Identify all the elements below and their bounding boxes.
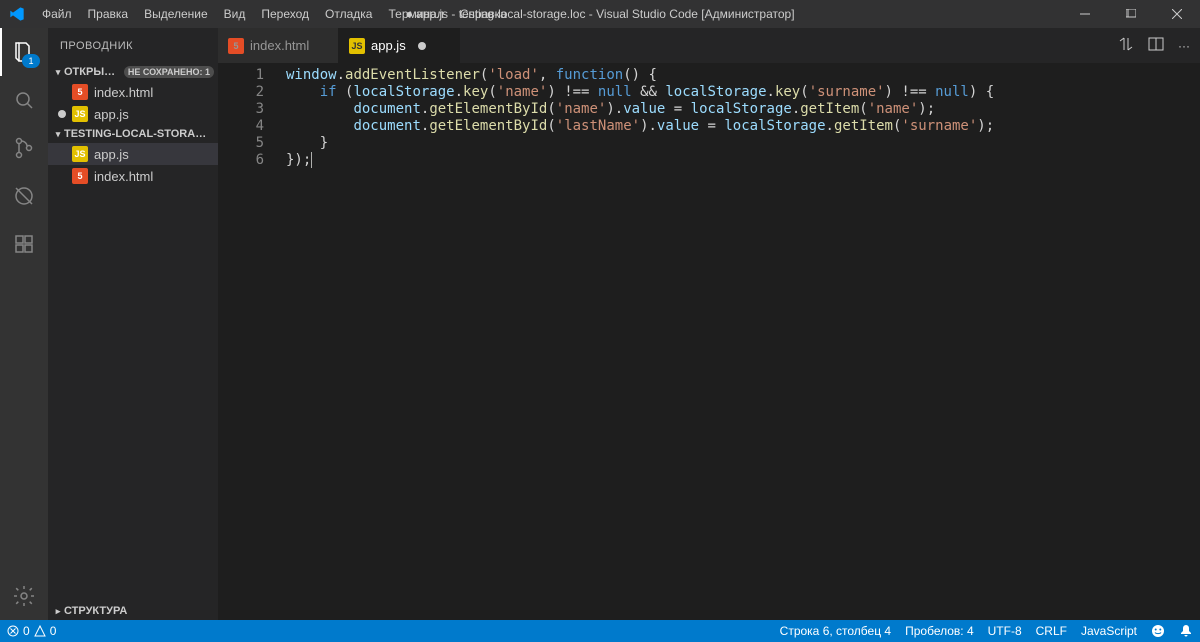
project-file-item[interactable]: JS app.js — [48, 143, 218, 165]
status-bell-icon[interactable] — [1172, 620, 1200, 642]
js-file-icon: JS — [349, 38, 365, 54]
status-encoding[interactable]: UTF-8 — [981, 620, 1029, 642]
status-errors[interactable]: 0 0 — [0, 620, 63, 642]
js-file-icon: JS — [72, 146, 88, 162]
project-header[interactable]: ▾ TESTING-LOCAL-STORAGE.LOC — [48, 125, 218, 143]
activity-debug[interactable] — [0, 172, 48, 220]
tab-actions: ··· — [1108, 28, 1200, 63]
menu-выделение[interactable]: Выделение — [136, 0, 216, 28]
status-spaces[interactable]: Пробелов: 4 — [898, 620, 981, 642]
vscode-icon — [0, 6, 34, 22]
menu-отладка[interactable]: Отладка — [317, 0, 380, 28]
chevron-right-icon: ▸ — [52, 606, 64, 617]
activity-search[interactable] — [0, 76, 48, 124]
status-language[interactable]: JavaScript — [1074, 620, 1144, 642]
maximize-button[interactable] — [1108, 0, 1154, 28]
project-label: TESTING-LOCAL-STORAGE.LOC — [64, 128, 214, 140]
open-editor-item[interactable]: JS app.js — [48, 103, 218, 125]
activity-explorer[interactable]: 1 — [0, 28, 48, 76]
explorer-badge: 1 — [22, 54, 40, 68]
file-name: app.js — [94, 147, 129, 162]
activity-settings[interactable] — [0, 572, 48, 620]
close-button[interactable] — [1154, 0, 1200, 28]
more-icon[interactable]: ··· — [1178, 39, 1190, 53]
status-eol[interactable]: CRLF — [1029, 620, 1074, 642]
titlebar: ФайлПравкаВыделениеВидПереходОтладкаТерм… — [0, 0, 1200, 28]
html-file-icon: 5 — [72, 168, 88, 184]
split-editor-icon[interactable] — [1148, 36, 1164, 55]
menu-правка[interactable]: Правка — [80, 0, 137, 28]
file-name: app.js — [94, 107, 129, 122]
html-file-icon: 5 — [228, 38, 244, 54]
chevron-down-icon: ▾ — [52, 67, 64, 78]
outline-header[interactable]: ▸ СТРУКТУРА — [48, 602, 218, 620]
file-name: index.html — [94, 85, 153, 100]
window-controls — [1062, 0, 1200, 28]
html-file-icon: 5 — [72, 84, 88, 100]
code-lines[interactable]: window.addEventListener('load', function… — [278, 63, 1200, 620]
file-name: index.html — [94, 169, 153, 184]
modified-dot-icon — [58, 110, 66, 118]
activity-bar: 1 — [0, 28, 48, 620]
outline-label: СТРУКТУРА — [64, 605, 214, 617]
status-cursor[interactable]: Строка 6, столбец 4 — [773, 620, 898, 642]
modified-dot-icon — [418, 42, 426, 50]
menu-переход[interactable]: Переход — [253, 0, 317, 28]
editor-tabs: 5 index.html JS app.js ··· — [218, 28, 1200, 63]
line-gutter: 123456 — [218, 63, 278, 620]
tab-label: index.html — [250, 38, 309, 53]
open-editor-item[interactable]: 5 index.html — [48, 81, 218, 103]
open-editors-label: ОТКРЫТЫЕ Р... — [64, 66, 120, 78]
unsaved-badge: НЕ СОХРАНЕНО: 1 — [124, 66, 214, 78]
editor: 5 index.html JS app.js ··· 123456 window.ad… — [218, 28, 1200, 620]
status-feedback-icon[interactable] — [1144, 620, 1172, 642]
editor-tab[interactable]: 5 index.html — [218, 28, 339, 63]
sidebar-title: ПРОВОДНИК — [48, 28, 218, 63]
activity-scm[interactable] — [0, 124, 48, 172]
code-area[interactable]: 123456 window.addEventListener('load', f… — [218, 63, 1200, 620]
sidebar: ПРОВОДНИК ▾ ОТКРЫТЫЕ Р... НЕ СОХРАНЕНО: … — [48, 28, 218, 620]
tab-label: app.js — [371, 38, 406, 53]
project-file-item[interactable]: 5 index.html — [48, 165, 218, 187]
activity-extensions[interactable] — [0, 220, 48, 268]
editor-tab[interactable]: JS app.js — [339, 28, 460, 63]
chevron-down-icon: ▾ — [52, 129, 64, 140]
status-bar: 0 0 Строка 6, столбец 4 Пробелов: 4 UTF-… — [0, 620, 1200, 642]
compare-icon[interactable] — [1118, 36, 1134, 55]
js-file-icon: JS — [72, 106, 88, 122]
minimize-button[interactable] — [1062, 0, 1108, 28]
menu-вид[interactable]: Вид — [216, 0, 254, 28]
warnings-count: 0 — [50, 624, 57, 638]
menu-файл[interactable]: Файл — [34, 0, 80, 28]
window-title: ● app.js - testing-local-storage.loc - V… — [405, 7, 794, 21]
errors-count: 0 — [23, 624, 30, 638]
open-editors-header[interactable]: ▾ ОТКРЫТЫЕ Р... НЕ СОХРАНЕНО: 1 — [48, 63, 218, 81]
